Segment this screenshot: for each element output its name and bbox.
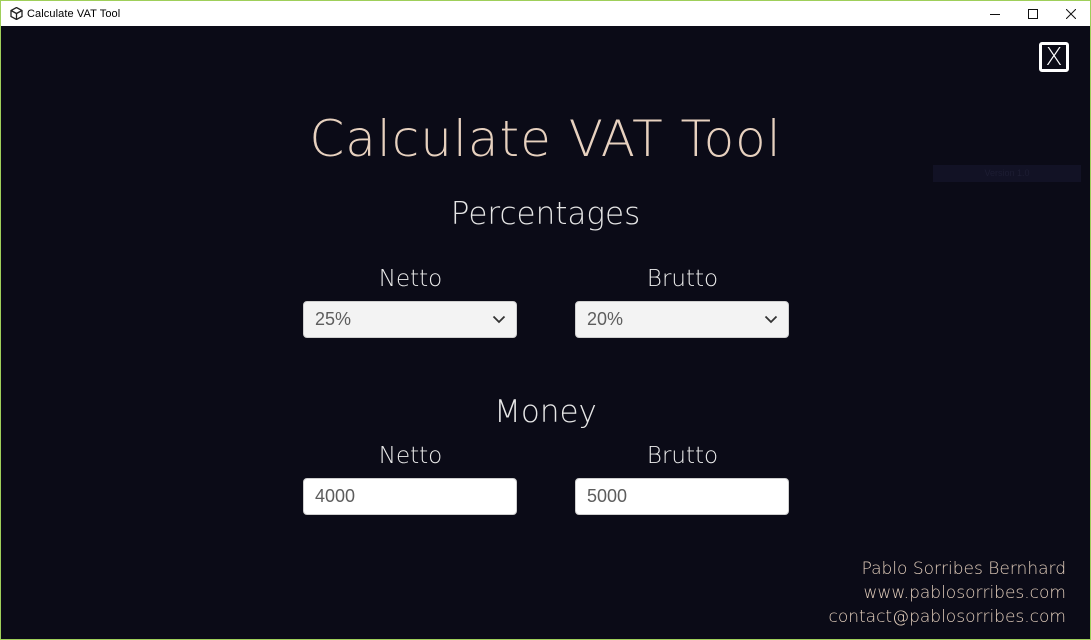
netto-money-input[interactable]: 4000: [303, 478, 517, 515]
maximize-button[interactable]: [1014, 1, 1052, 26]
brutto-percent-dropdown[interactable]: 20%: [575, 301, 789, 338]
unity-icon: [8, 6, 24, 22]
author-website: www.pablosorribes.com: [863, 583, 1066, 603]
author-name: Pablo Sorribes Bernhard: [861, 559, 1066, 579]
window-title: Calculate VAT Tool: [27, 7, 121, 20]
brutto-money-input[interactable]: 5000: [575, 478, 789, 515]
app-close-button[interactable]: X: [1039, 42, 1069, 72]
netto-percent-dropdown[interactable]: 25%: [303, 301, 517, 338]
percent-netto-label: Netto: [378, 266, 443, 292]
percent-brutto-label: Brutto: [646, 266, 719, 292]
money-brutto-label: Brutto: [646, 443, 719, 469]
app-window: Calculate VAT Tool X Version 1.0 Calcula…: [0, 0, 1091, 640]
brutto-percent-value: 20%: [587, 309, 624, 329]
maximize-icon: [1028, 8, 1038, 19]
money-netto-label: Netto: [378, 443, 443, 469]
percentages-heading: Percentages: [450, 196, 641, 232]
minimize-button[interactable]: [976, 1, 1014, 26]
title-bar[interactable]: Calculate VAT Tool: [1, 1, 1090, 26]
chevron-down-icon: [492, 315, 506, 324]
close-icon: [1066, 8, 1076, 19]
netto-percent-value: 25%: [315, 309, 352, 329]
money-heading: Money: [494, 394, 597, 430]
close-window-button[interactable]: [1052, 1, 1090, 26]
window-controls: [976, 1, 1090, 26]
app-content: X Version 1.0 Calculate VAT Tool Percent…: [1, 26, 1090, 639]
chevron-down-icon: [764, 315, 778, 324]
page-title: Calculate VAT Tool: [309, 110, 782, 168]
author-email: contact@pablosorribes.com: [828, 607, 1066, 627]
minimize-icon: [990, 13, 1000, 15]
